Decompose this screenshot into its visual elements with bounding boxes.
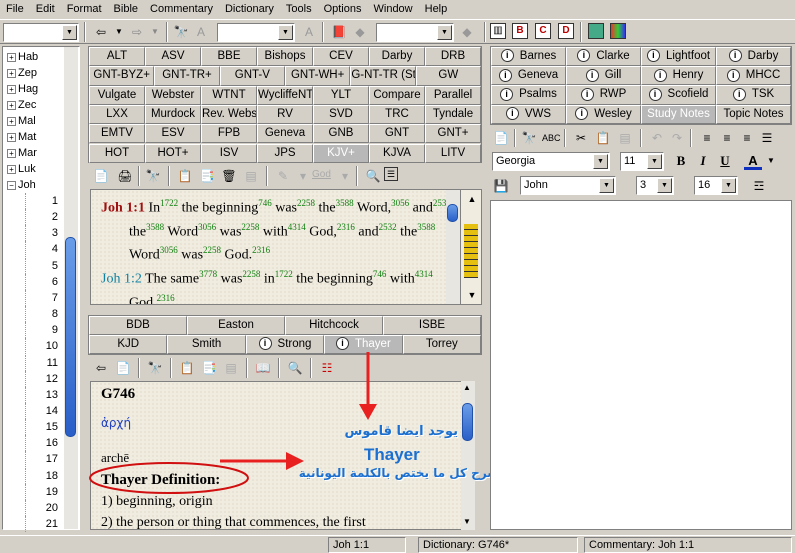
- chevron-down-icon[interactable]: ▼: [721, 178, 736, 193]
- tab-study-notes[interactable]: Study Notes: [641, 104, 716, 124]
- tab-tsk[interactable]: i TSK: [716, 85, 791, 105]
- info-icon: i: [585, 68, 599, 82]
- info-icon: i: [653, 68, 667, 82]
- toolbar-separator: [564, 129, 566, 147]
- tab-topic-notes[interactable]: Topic Notes: [716, 104, 791, 124]
- font-name-combo[interactable]: Georgia ▼: [492, 152, 610, 171]
- annotation-line-1: يوجد ايضا قاموس: [344, 424, 458, 439]
- italic-icon[interactable]: I: [694, 152, 712, 170]
- chevron-down-icon[interactable]: ▼: [657, 178, 672, 193]
- spellcheck-icon[interactable]: ABC: [542, 129, 561, 147]
- underline-icon[interactable]: U: [716, 152, 734, 170]
- tab-label: Gill: [604, 69, 622, 82]
- info-icon: i: [728, 49, 742, 63]
- font-name-value: Georgia: [496, 155, 536, 167]
- tab-label: Scofield: [667, 88, 709, 101]
- annotation-line-2: Thayer: [364, 445, 420, 464]
- info-icon: i: [580, 87, 594, 101]
- book-combo[interactable]: John ▼: [520, 176, 616, 195]
- chevron-down-icon[interactable]: ▼: [762, 152, 780, 170]
- tab-label: Lightfoot: [665, 50, 711, 62]
- status-bar: Joh 1:1 Dictionary: G746* Commentary: Jo…: [0, 535, 795, 553]
- tab-label: Henry: [672, 69, 704, 82]
- book-value: John: [524, 179, 548, 191]
- tab-label: Study Notes: [647, 107, 710, 120]
- info-icon: i: [500, 87, 514, 101]
- tab-label: Darby: [747, 50, 779, 62]
- tab-vws[interactable]: i VWS: [491, 104, 566, 124]
- tab-label: VWS: [524, 107, 552, 120]
- tab-label: Topic Notes: [723, 107, 784, 120]
- align-right-icon[interactable]: ≡: [738, 129, 756, 147]
- align-center-icon[interactable]: ≡: [718, 129, 736, 147]
- chevron-down-icon[interactable]: ▼: [593, 154, 608, 169]
- toolbar-separator: [640, 129, 642, 147]
- info-icon: i: [500, 49, 514, 63]
- tab-label: Psalms: [519, 88, 557, 101]
- tab-label: RWP: [599, 88, 627, 101]
- chapter-combo[interactable]: 3 ▼: [636, 176, 674, 195]
- status-commentary: Commentary: Joh 1:1: [584, 537, 792, 553]
- tab-gill[interactable]: i Gill: [566, 66, 641, 86]
- notes-editor[interactable]: [490, 200, 792, 530]
- info-icon: i: [577, 49, 591, 63]
- toolbar-separator: [514, 129, 516, 147]
- reference-toolbar: 💾 John ▼ 3 ▼ 16 ▼ ☲: [490, 175, 792, 197]
- font-toolbar: Georgia ▼ 11 ▼ B I U A ▼: [490, 151, 792, 173]
- info-icon: i: [646, 49, 660, 63]
- info-icon: i: [648, 87, 662, 101]
- bold-icon[interactable]: B: [672, 152, 690, 170]
- arrow-down-head: [359, 404, 377, 420]
- tab-henry[interactable]: i Henry: [641, 66, 716, 86]
- tab-label: TSK: [751, 88, 775, 101]
- commentary-toolbar: 📄 🔭 ABC ✂ 📋 ▤ ↶ ↷ ≡ ≡ ≡ ☰: [490, 127, 792, 149]
- tab-rwp[interactable]: i RWP: [566, 85, 641, 105]
- status-verse: Joh 1:1: [328, 537, 406, 553]
- verse-combo[interactable]: 16 ▼: [694, 176, 738, 195]
- verse-value: 16: [698, 179, 711, 191]
- tab-label: Geneva: [517, 69, 559, 82]
- info-icon: i: [505, 107, 519, 121]
- tab-lightfoot[interactable]: i Lightfoot: [641, 47, 716, 67]
- lookup-icon[interactable]: 📄: [492, 129, 510, 147]
- info-icon: i: [575, 107, 589, 121]
- tab-label: MHCC: [745, 69, 781, 82]
- paste-icon[interactable]: ▤: [616, 129, 634, 147]
- chevron-down-icon[interactable]: ▼: [647, 154, 662, 169]
- annotation-line-3: لشرح كل ما يختص بالكلمة اليونانية: [298, 466, 504, 480]
- tab-label: Barnes: [519, 50, 557, 62]
- binoculars-icon[interactable]: 🔭: [520, 129, 538, 147]
- font-size-value: 11: [624, 155, 636, 167]
- tab-barnes[interactable]: i Barnes: [491, 47, 566, 67]
- tab-wesley[interactable]: i Wesley: [566, 104, 641, 124]
- tab-darby[interactable]: i Darby: [716, 47, 791, 67]
- tab-psalms[interactable]: i Psalms: [491, 85, 566, 105]
- status-dictionary: Dictionary: G746*: [418, 537, 578, 553]
- info-icon: i: [498, 68, 512, 82]
- highlight-circle: [89, 462, 249, 494]
- undo-icon[interactable]: ↶: [648, 129, 666, 147]
- info-icon: i: [726, 68, 740, 82]
- save-icon[interactable]: 💾: [492, 177, 510, 195]
- list-icon[interactable]: ☰: [758, 129, 776, 147]
- tab-geneva[interactable]: i Geneva: [491, 66, 566, 86]
- tab-mhcc[interactable]: i MHCC: [716, 66, 791, 86]
- chevron-down-icon[interactable]: ▼: [599, 178, 614, 193]
- font-color-icon[interactable]: A: [744, 152, 762, 170]
- cut-icon[interactable]: ✂: [572, 129, 590, 147]
- tab-scofield[interactable]: i Scofield: [641, 85, 716, 105]
- toolbar-separator: [690, 129, 692, 147]
- font-size-combo[interactable]: 11 ▼: [620, 152, 664, 171]
- format-icon[interactable]: ☲: [750, 177, 768, 195]
- tab-clarke[interactable]: i Clarke: [566, 47, 641, 67]
- align-left-icon[interactable]: ≡: [698, 129, 716, 147]
- info-icon: i: [732, 87, 746, 101]
- tab-label: Wesley: [594, 107, 632, 120]
- tab-label: Clarke: [596, 50, 630, 62]
- chapter-value: 3: [640, 179, 647, 191]
- commentary-tabs: i Barnes i Clarke i Lightfoot i Darby i Geneva i Gi…: [490, 46, 792, 125]
- redo-icon[interactable]: ↷: [668, 129, 686, 147]
- copy-icon[interactable]: 📋: [594, 129, 612, 147]
